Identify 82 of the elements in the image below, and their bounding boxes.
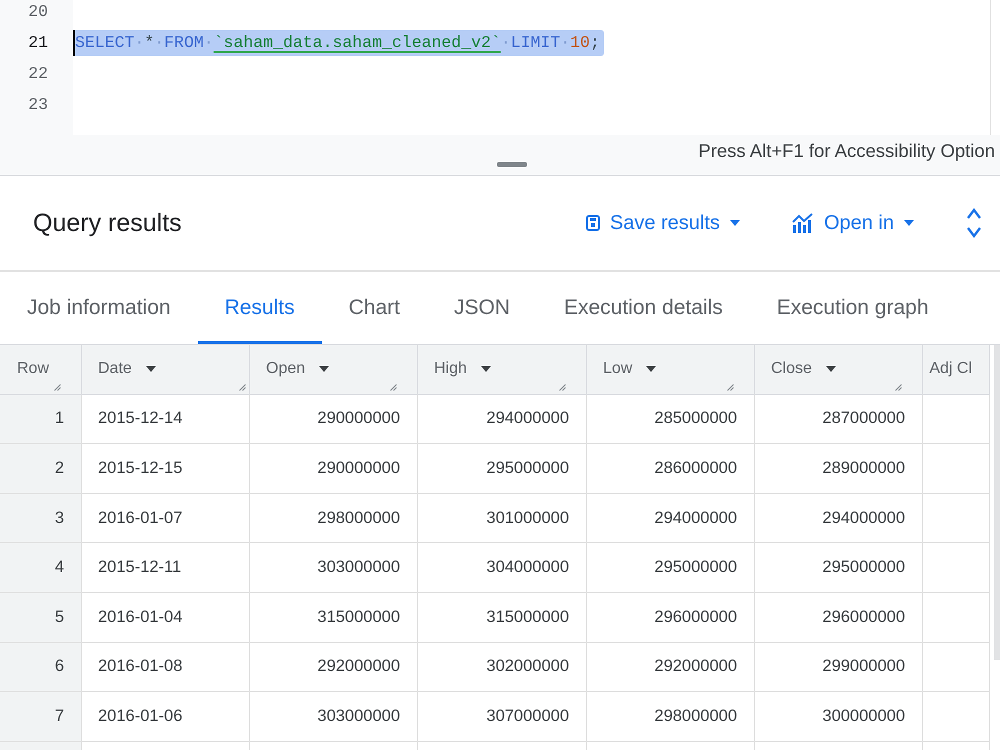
resize-handle-icon[interactable] xyxy=(895,384,902,391)
tab[interactable]: Execution details xyxy=(536,272,750,344)
table-cell: 285000000 xyxy=(587,394,755,444)
table-cell xyxy=(923,592,990,643)
table-cell: 298000000 xyxy=(587,692,755,742)
line-number: 22 xyxy=(27,63,49,85)
table-cell: 295000000 xyxy=(587,543,755,593)
tab[interactable]: Chart xyxy=(322,272,427,344)
drag-handle[interactable] xyxy=(496,162,526,167)
table-cell: 292000000 xyxy=(587,642,755,692)
table-cell: 2016-01-04 xyxy=(82,592,250,643)
save-icon xyxy=(586,215,600,231)
save-button[interactable]: Save results xyxy=(578,206,748,240)
table-cell: 303000000 xyxy=(250,543,418,593)
column-header[interactable]: Open xyxy=(250,345,418,395)
table-cell xyxy=(923,642,990,692)
table-cell: 286000000 xyxy=(587,444,755,494)
table-cell: 2016-01-06 xyxy=(82,692,250,742)
column-header[interactable]: Low xyxy=(587,345,755,395)
row-number-cell: 3 xyxy=(0,494,82,544)
caret-icon xyxy=(904,220,914,226)
table-cell: 299000000 xyxy=(755,642,923,692)
table-cell: 307000000 xyxy=(418,692,587,742)
table-cell: 290000000 xyxy=(250,394,418,444)
table-cell: 295000000 xyxy=(755,543,923,593)
table-cell: 304000000 xyxy=(418,543,587,593)
line-number: 21 xyxy=(27,32,49,54)
table-cell: 295000000 xyxy=(418,444,587,494)
row-number-cell: 2 xyxy=(0,444,82,494)
table-cell: 294000000 xyxy=(587,494,755,544)
table-cell xyxy=(923,444,990,494)
row-number-cell: 7 xyxy=(0,692,82,742)
resize-handle-icon[interactable] xyxy=(727,384,734,391)
table-cell: 315000000 xyxy=(250,592,418,643)
table-cell: 2016-01-08 xyxy=(82,642,250,692)
table-cell: 294000000 xyxy=(418,394,587,444)
table-cell xyxy=(923,692,990,742)
table-cell: 290000000 xyxy=(250,444,418,494)
table-cell: 2015-12-14 xyxy=(82,394,250,444)
table-cell: 292000000 xyxy=(250,642,418,692)
table-cell: 301000000 xyxy=(418,494,587,544)
chart-icon xyxy=(792,213,814,233)
row-number-cell: 4 xyxy=(0,543,82,593)
table-cell xyxy=(923,394,990,444)
table-cell: 294000000 xyxy=(755,494,923,544)
caret-icon xyxy=(730,220,740,226)
line-number: 20 xyxy=(27,1,49,23)
column-header[interactable]: Adj Cl xyxy=(923,345,990,395)
resize-handle-icon[interactable] xyxy=(54,384,61,391)
table-cell: 296000000 xyxy=(587,592,755,643)
line-number: 23 xyxy=(27,94,49,116)
table-cell: 287000000 xyxy=(755,394,923,444)
table-cell: 315000000 xyxy=(418,592,587,643)
table-cell: 2016-01-07 xyxy=(82,494,250,544)
row-number-cell: 1 xyxy=(0,394,82,444)
up-down-chevron-icon xyxy=(966,206,982,240)
row-number-cell: 6 xyxy=(0,642,82,692)
table-cell: 289000000 xyxy=(755,444,923,494)
panel-title: Query results xyxy=(33,208,183,238)
table-cell: 298000000 xyxy=(250,494,418,544)
column-header[interactable]: Row xyxy=(0,345,82,395)
row-number-cell: 5 xyxy=(0,592,82,643)
open-in-button[interactable]: Open in xyxy=(784,206,922,240)
tab[interactable]: Execution graph xyxy=(750,272,956,344)
column-header[interactable]: Date xyxy=(82,345,250,395)
resize-handle-icon[interactable] xyxy=(390,384,397,391)
tab[interactable]: Job information xyxy=(0,272,198,344)
table-cell xyxy=(923,543,990,593)
table-cell: 302000000 xyxy=(418,642,587,692)
table-cell: 2015-12-15 xyxy=(82,444,250,494)
scrollbar-thumb[interactable] xyxy=(994,345,1000,660)
table-cell xyxy=(923,494,990,544)
column-header[interactable]: High xyxy=(418,345,587,395)
table-cell: 300000000 xyxy=(755,692,923,742)
table-cell: 296000000 xyxy=(755,592,923,643)
table-cell: 303000000 xyxy=(250,692,418,742)
tab[interactable]: JSON xyxy=(426,272,537,344)
resize-handle-icon[interactable] xyxy=(559,384,566,391)
resize-handle-icon[interactable] xyxy=(239,384,246,391)
column-header[interactable]: Close xyxy=(755,345,923,395)
table-cell: 2015-12-11 xyxy=(82,543,250,593)
accessibility-hint: Press Alt+F1 for Accessibility Option xyxy=(698,140,996,162)
